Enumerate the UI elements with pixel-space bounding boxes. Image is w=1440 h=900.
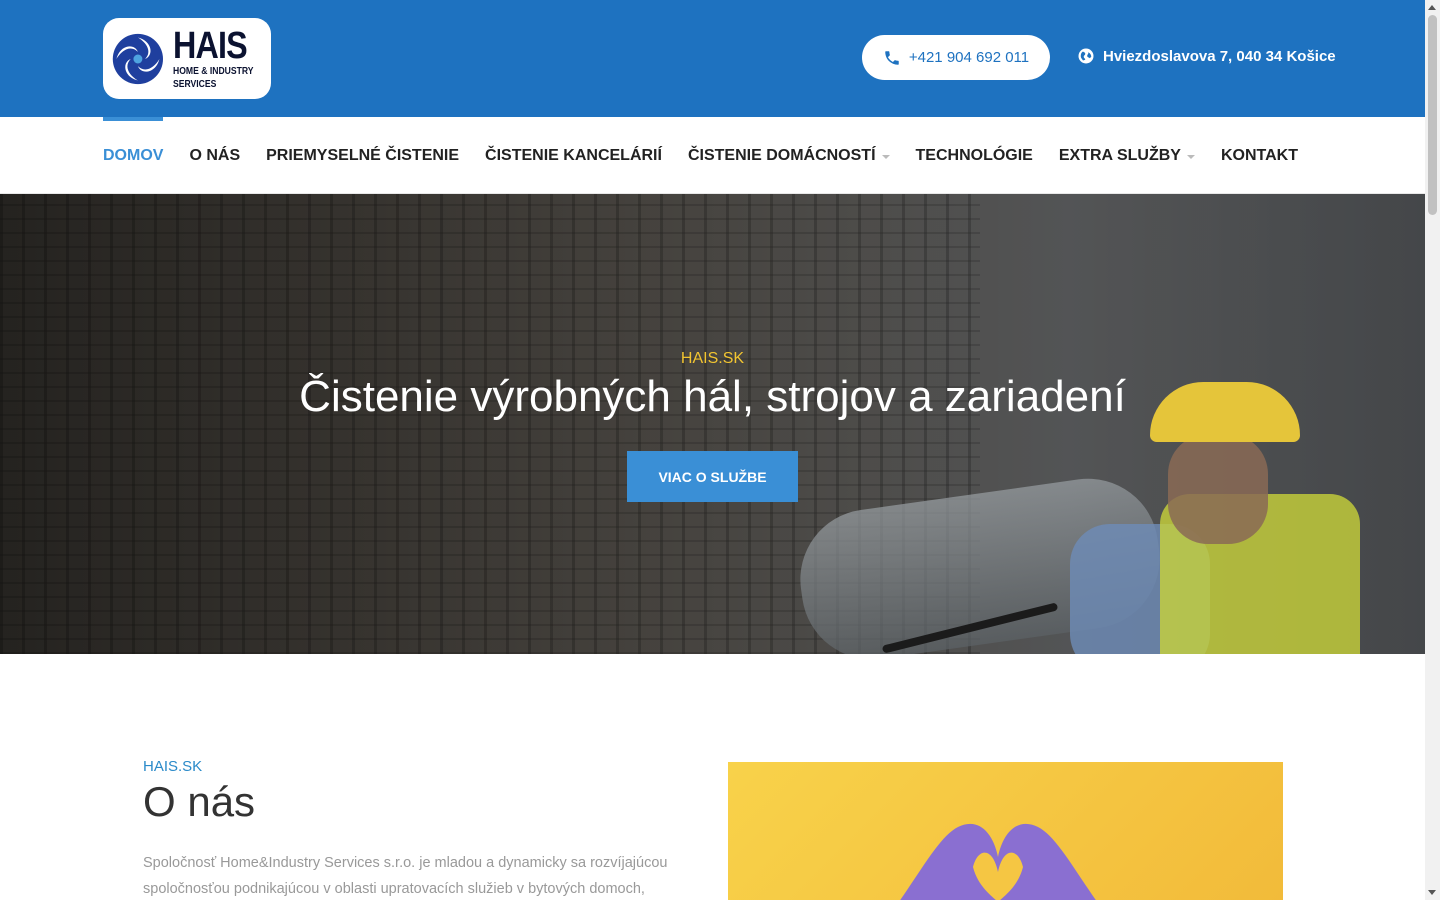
address: Hviezdoslavova 7, 040 34 Košice bbox=[1077, 47, 1336, 65]
logo-mark-icon bbox=[112, 33, 164, 84]
scroll-thumb[interactable] bbox=[1428, 15, 1437, 215]
logo-text: HAIS HOME & INDUSTRY SERVICES bbox=[173, 27, 271, 89]
phone-button[interactable]: +421 904 692 011 bbox=[862, 35, 1050, 80]
phone-number: +421 904 692 011 bbox=[908, 49, 1030, 66]
nav-item[interactable]: DOMOV bbox=[103, 117, 164, 194]
globe-icon bbox=[1078, 48, 1094, 64]
nav-item[interactable]: ČISTENIE KANCELÁRIÍ bbox=[485, 117, 662, 194]
nav-item-label: KONTAKT bbox=[1220, 146, 1298, 164]
logo-tagline-2: SERVICES bbox=[172, 77, 217, 90]
about-image bbox=[728, 762, 1283, 900]
hero-section: HAIS.SK Čistenie výrobných hál, strojov … bbox=[0, 194, 1425, 654]
nav-item-label: O NÁS bbox=[189, 146, 241, 164]
top-header: HAIS HOME & INDUSTRY SERVICES +421 904 6… bbox=[0, 0, 1425, 117]
nav-item[interactable]: KONTAKT bbox=[1221, 117, 1298, 194]
nav-item-label: PRIEMYSELNÉ ČISTENIE bbox=[266, 146, 460, 164]
hero-background-head bbox=[1168, 434, 1268, 544]
scroll-down-arrow-icon[interactable] bbox=[1428, 890, 1436, 895]
nav-item[interactable]: ČISTENIE DOMÁCNOSTÍ bbox=[688, 117, 890, 194]
hero-kicker: HAIS.SK bbox=[680, 350, 745, 367]
nav-item[interactable]: PRIEMYSELNÉ ČISTENIE bbox=[266, 117, 459, 194]
about-kicker: HAIS.SK bbox=[143, 758, 203, 775]
page-scrollbar[interactable] bbox=[1425, 0, 1440, 900]
nav-item-label: ČISTENIE KANCELÁRIÍ bbox=[485, 146, 662, 164]
chevron-down-icon bbox=[1186, 154, 1195, 159]
nav-list: DOMOV O NÁS PRIEMYSELNÉ ČISTENIE ČISTENIE K… bbox=[103, 117, 1324, 194]
phone-icon bbox=[885, 50, 899, 65]
more-about-service-button[interactable]: VIAC O SLUŽBE bbox=[627, 451, 798, 502]
nav-item[interactable]: O NÁS bbox=[189, 117, 240, 194]
logo-wordmark: HAIS bbox=[172, 25, 248, 68]
nav-item-label: TECHNOLÓGIE bbox=[915, 146, 1033, 164]
about-text: Spoločnosť Home&Industry Services s.r.o.… bbox=[143, 855, 668, 897]
nav-item[interactable]: EXTRA SLUŽBY bbox=[1059, 117, 1195, 194]
hero-title: Čistenie výrobných hál, strojov a zariad… bbox=[299, 372, 1126, 421]
nav-item-label: ČISTENIE DOMÁCNOSTÍ bbox=[687, 146, 876, 164]
main-nav: DOMOV O NÁS PRIEMYSELNÉ ČISTENIE ČISTENIE K… bbox=[0, 117, 1425, 194]
about-title: O nás bbox=[143, 778, 256, 825]
nav-item-label: DOMOV bbox=[103, 146, 164, 164]
nav-item-label: EXTRA SLUŽBY bbox=[1058, 146, 1181, 164]
scroll-up-arrow-icon[interactable] bbox=[1428, 5, 1436, 10]
address-text: Hviezdoslavova 7, 040 34 Košice bbox=[1103, 47, 1336, 65]
logo-tagline-1: HOME & INDUSTRY bbox=[172, 65, 254, 78]
chevron-down-icon bbox=[881, 154, 890, 159]
site-logo[interactable]: HAIS HOME & INDUSTRY SERVICES bbox=[103, 18, 271, 99]
heart-gloves-icon bbox=[900, 823, 1096, 900]
nav-item[interactable]: TECHNOLÓGIE bbox=[916, 117, 1033, 194]
